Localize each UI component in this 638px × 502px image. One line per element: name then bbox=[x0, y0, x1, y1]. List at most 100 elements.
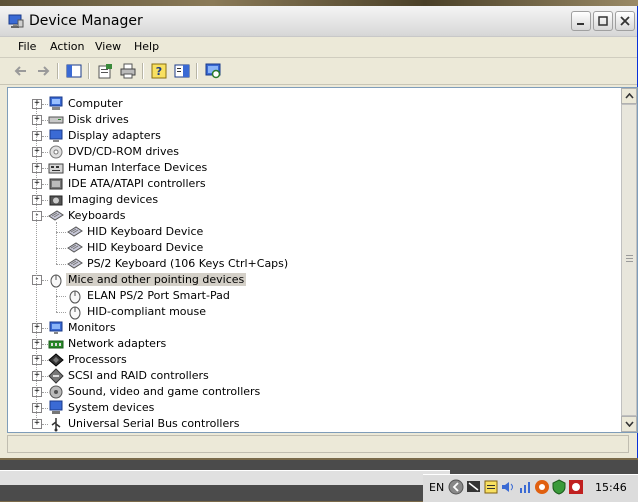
tree-item[interactable]: + Disk drives bbox=[8, 112, 608, 128]
grip-line bbox=[626, 258, 633, 259]
tree-item-label: Computer bbox=[68, 97, 123, 110]
tree-item-label: HID Keyboard Device bbox=[87, 241, 204, 254]
tree-item[interactable]: + IDE ATA/ATAPI controllers bbox=[8, 176, 608, 192]
collapse-button[interactable]: - bbox=[32, 211, 42, 221]
language-indicator[interactable]: EN bbox=[429, 481, 444, 494]
collapse-button[interactable]: - bbox=[32, 275, 42, 285]
tree-item[interactable]: + Network adapters bbox=[8, 336, 608, 352]
tree-item[interactable]: + SCSI and RAID controllers bbox=[8, 368, 608, 384]
device-tree-panel: + Computer + Disk drives + Display adapters + D… bbox=[7, 87, 638, 433]
tree-item-label: HID Keyboard Device bbox=[87, 225, 204, 238]
expand-button[interactable]: + bbox=[32, 179, 42, 189]
antivirus-tray-icon[interactable] bbox=[568, 479, 584, 495]
tree-item-label: Monitors bbox=[68, 321, 116, 334]
expand-button[interactable]: + bbox=[32, 403, 42, 413]
help-button[interactable]: ? bbox=[150, 62, 168, 80]
tree-item-label: PS/2 Keyboard (106 Keys Ctrl+Caps) bbox=[87, 257, 289, 270]
printer-icon bbox=[120, 63, 136, 79]
tree-item[interactable]: - Keyboards bbox=[8, 208, 608, 224]
mouse-icon bbox=[69, 290, 81, 304]
tree-item[interactable]: + Monitors bbox=[8, 320, 608, 336]
close-button[interactable] bbox=[615, 11, 635, 31]
menu-help[interactable]: Help bbox=[134, 40, 159, 53]
title-bar[interactable]: Device Manager bbox=[0, 6, 637, 37]
help-icon: ? bbox=[151, 63, 167, 79]
grip-line bbox=[626, 261, 633, 262]
tree-item-label: System devices bbox=[68, 401, 155, 414]
clock[interactable]: 15:46 bbox=[595, 481, 627, 494]
hid-icon bbox=[48, 163, 64, 174]
cdrom-icon bbox=[49, 145, 63, 159]
wifi-tray-icon[interactable] bbox=[517, 479, 533, 495]
expand-button[interactable]: + bbox=[32, 387, 42, 397]
expand-button[interactable]: + bbox=[32, 195, 42, 205]
forward-button[interactable] bbox=[34, 62, 52, 80]
scroll-up-button[interactable] bbox=[621, 88, 637, 104]
print-button[interactable] bbox=[119, 62, 137, 80]
tree-item[interactable]: - Mice and other pointing devices bbox=[8, 272, 608, 288]
show-hide-tree-button[interactable] bbox=[65, 62, 83, 80]
network-tray-icon[interactable] bbox=[466, 479, 482, 495]
scrollbar-thumb[interactable] bbox=[621, 104, 637, 416]
status-bar bbox=[7, 435, 629, 453]
tree-item[interactable]: + Sound, video and game controllers bbox=[8, 384, 608, 400]
vertical-scrollbar[interactable] bbox=[621, 88, 637, 432]
notes-tray-icon[interactable] bbox=[483, 479, 499, 495]
svg-text:?: ? bbox=[156, 65, 162, 78]
tree-item[interactable]: PS/2 Keyboard (106 Keys Ctrl+Caps) bbox=[8, 256, 608, 272]
shield-icon[interactable] bbox=[551, 479, 567, 495]
tree-item[interactable]: ELAN PS/2 Port Smart-Pad bbox=[8, 288, 608, 304]
scan-hardware-button[interactable] bbox=[204, 62, 222, 80]
system-device-icon bbox=[49, 400, 63, 414]
toolbar-separator bbox=[142, 63, 144, 79]
tree-item[interactable]: + Human Interface Devices bbox=[8, 160, 608, 176]
expand-button[interactable]: + bbox=[32, 115, 42, 125]
usb-icon bbox=[51, 418, 61, 432]
tree-item[interactable]: + DVD/CD-ROM drives bbox=[8, 144, 608, 160]
scroll-down-button[interactable] bbox=[621, 416, 637, 432]
expand-button[interactable]: + bbox=[32, 323, 42, 333]
menu-action[interactable]: Action bbox=[50, 40, 84, 53]
toolbar-separator bbox=[196, 63, 198, 79]
tree-item[interactable]: HID Keyboard Device bbox=[8, 240, 608, 256]
expand-button[interactable]: + bbox=[32, 355, 42, 365]
expand-button[interactable]: + bbox=[32, 163, 42, 173]
back-button[interactable] bbox=[12, 62, 30, 80]
action-pane-button[interactable] bbox=[173, 62, 191, 80]
keyboard-icon bbox=[67, 242, 83, 253]
properties-icon bbox=[98, 64, 112, 79]
tree-item-label: Sound, video and game controllers bbox=[68, 385, 261, 398]
chevron-left-icon[interactable] bbox=[448, 479, 464, 495]
menu-file[interactable]: File bbox=[18, 40, 36, 53]
minimize-button[interactable] bbox=[571, 11, 591, 31]
tree-item[interactable]: HID-compliant mouse bbox=[8, 304, 608, 320]
expand-button[interactable]: + bbox=[32, 419, 42, 429]
tree-connector bbox=[56, 248, 66, 249]
tree-item[interactable]: + System devices bbox=[8, 400, 608, 416]
sound-icon bbox=[49, 385, 63, 399]
volume-tray-icon[interactable] bbox=[500, 479, 516, 495]
chevron-up-icon bbox=[624, 93, 634, 99]
tree-item-label: Universal Serial Bus controllers bbox=[68, 417, 240, 430]
display-adapter-icon bbox=[49, 129, 63, 142]
tree-item[interactable]: HID Keyboard Device bbox=[8, 224, 608, 240]
expand-button[interactable]: + bbox=[32, 371, 42, 381]
firewall-tray-icon[interactable] bbox=[534, 479, 550, 495]
network-adapter-icon bbox=[48, 340, 64, 349]
tree-item[interactable]: + Display adapters bbox=[8, 128, 608, 144]
taskbar-strip bbox=[0, 470, 450, 485]
menu-view[interactable]: View bbox=[95, 40, 121, 53]
expand-button[interactable]: + bbox=[32, 339, 42, 349]
toolbar-separator bbox=[88, 63, 90, 79]
expand-button[interactable]: + bbox=[32, 147, 42, 157]
tree-item-label: Network adapters bbox=[68, 337, 167, 350]
tree-item[interactable]: + Universal Serial Bus controllers bbox=[8, 416, 608, 432]
maximize-button[interactable] bbox=[593, 11, 613, 31]
tree-item[interactable]: + Computer bbox=[8, 96, 608, 112]
tree-item[interactable]: + Processors bbox=[8, 352, 608, 368]
expand-button[interactable]: + bbox=[32, 131, 42, 141]
tree-item[interactable]: + Imaging devices bbox=[8, 192, 608, 208]
tree-item-label: Mice and other pointing devices bbox=[66, 273, 247, 286]
expand-button[interactable]: + bbox=[32, 99, 42, 109]
properties-button[interactable] bbox=[96, 62, 114, 80]
